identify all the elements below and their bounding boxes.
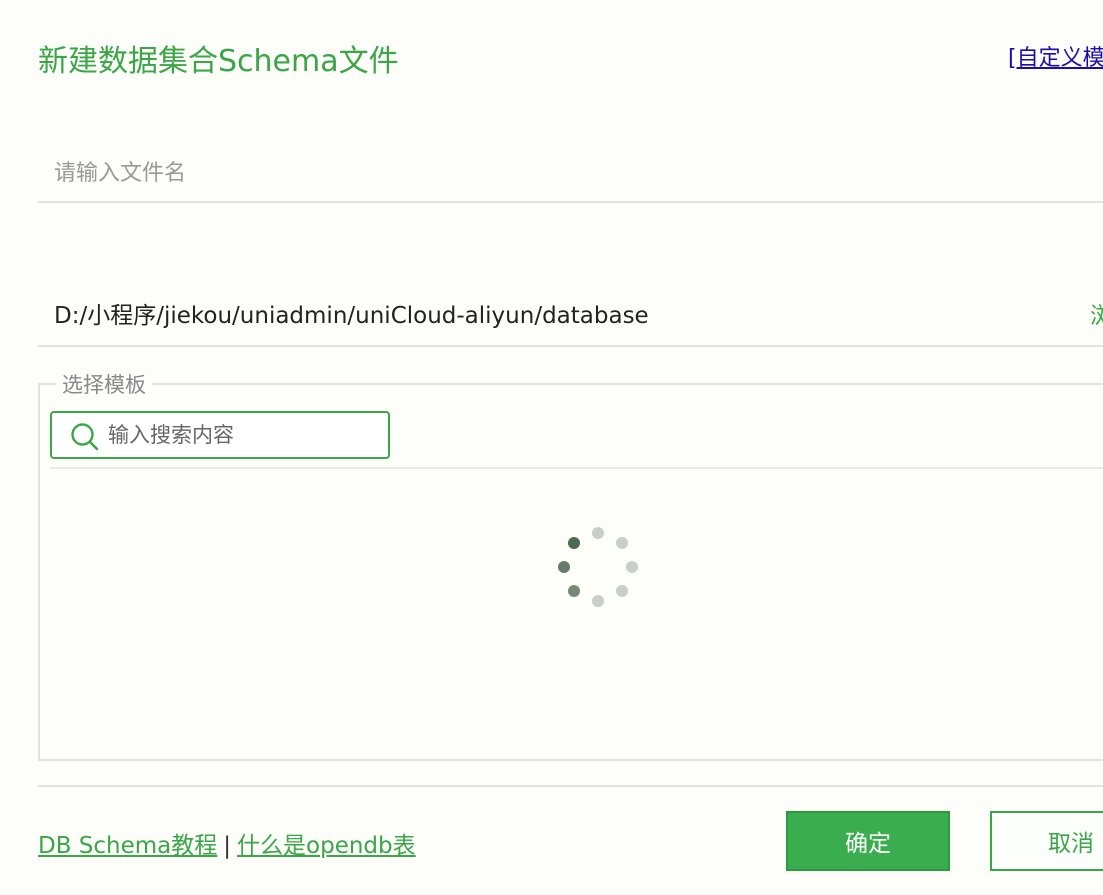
browse-button[interactable]: 浏 [1090, 296, 1103, 330]
db-schema-tutorial-link[interactable]: DB Schema教程 [38, 833, 217, 859]
loading-spinner-icon [555, 524, 641, 610]
path-row: D:/小程序/jiekou/uniadmin/uniCloud-aliyun/d… [38, 288, 1103, 347]
dialog-title: 新建数据集合Schema文件 [38, 44, 399, 79]
template-search-box[interactable] [50, 411, 390, 459]
divider [50, 467, 1103, 469]
footer-links: DB Schema教程 | 什么是opendb表 [38, 826, 416, 860]
spinner-dot [626, 561, 638, 573]
spinner-dot [592, 527, 604, 539]
spinner-dot [616, 536, 629, 549]
spinner-dot [558, 561, 570, 573]
divider [38, 785, 1103, 787]
confirm-button[interactable]: 确定 [786, 811, 950, 871]
custom-template-link[interactable]: [自定义模 [1008, 40, 1103, 72]
spinner-dot [616, 585, 629, 598]
opendb-link[interactable]: 什么是opendb表 [237, 833, 416, 859]
template-legend: 选择模板 [56, 369, 152, 399]
search-icon [71, 423, 99, 451]
spinner-dot [592, 595, 604, 607]
spinner-dot [567, 585, 580, 598]
cancel-button[interactable]: 取消 [990, 811, 1103, 871]
path-text: D:/小程序/jiekou/uniadmin/uniCloud-aliyun/d… [54, 303, 649, 329]
template-panel: 选择模板 [38, 369, 1103, 761]
filename-input[interactable] [38, 145, 1103, 203]
spinner-dot [567, 536, 580, 549]
template-search-input[interactable] [108, 419, 378, 451]
link-separator: | [223, 833, 232, 859]
